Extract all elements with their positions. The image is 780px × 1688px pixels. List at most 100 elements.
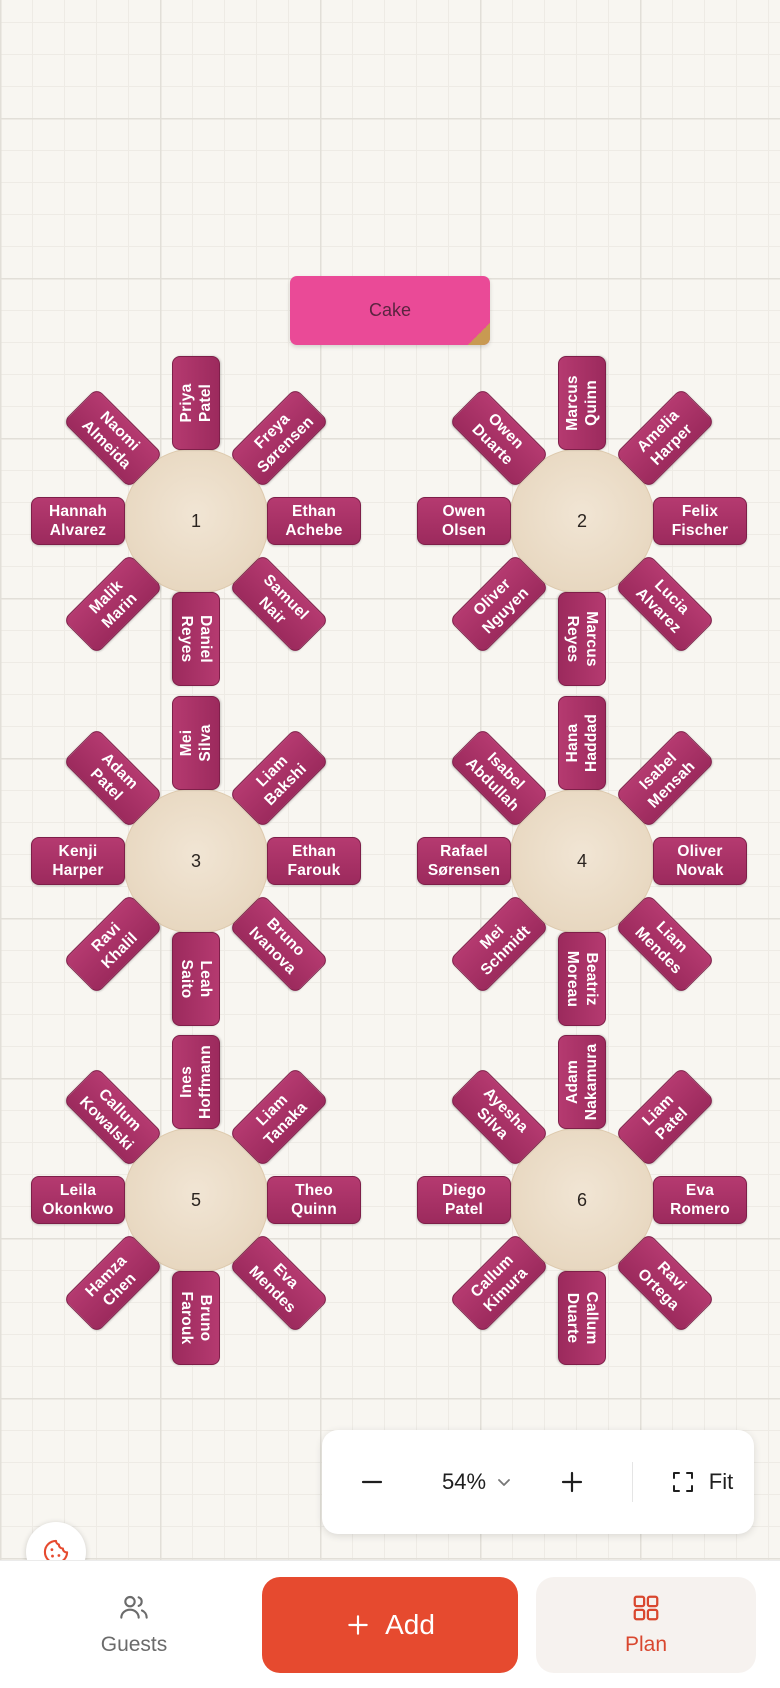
guest-first-name: Marcus	[583, 611, 600, 667]
guest-seat[interactable]: Bruno Farouk	[172, 1271, 220, 1365]
guest-last-name: Hoffmann	[197, 1045, 214, 1119]
add-button[interactable]: Add	[262, 1577, 518, 1673]
plus-icon	[348, 1615, 368, 1635]
guest-seat[interactable]: Eva Romero	[653, 1176, 747, 1224]
fit-screen-icon	[672, 1472, 693, 1492]
minus-icon	[361, 1480, 383, 1484]
fit-button[interactable]: Fit	[662, 1430, 742, 1534]
table-number: 3	[190, 850, 201, 871]
table-number: 1	[190, 510, 201, 531]
guest-seat[interactable]: Daniel Reyes	[172, 592, 220, 686]
guest-seat[interactable]: Hana Haddad	[558, 696, 606, 790]
guest-last-name: Romero	[670, 1201, 730, 1218]
guest-first-name: Bruno	[197, 1294, 214, 1342]
guest-first-name: Callum	[583, 1291, 600, 1345]
guest-seat[interactable]: Diego Patel	[417, 1176, 511, 1224]
guest-first-name: Ethan	[291, 503, 337, 520]
guest-seat[interactable]: Adam Nakamura	[558, 1035, 606, 1129]
table-number: 5	[190, 1189, 201, 1210]
guest-last-name: Reyes	[564, 615, 581, 663]
chevron-down-icon	[498, 1479, 510, 1486]
guest-last-name: Patel	[197, 383, 214, 423]
guest-last-name: Silva	[197, 724, 214, 762]
guest-last-name: Farouk	[178, 1291, 195, 1345]
guest-first-name: Rafael	[440, 843, 488, 860]
fit-label: Fit	[708, 1469, 734, 1494]
guest-seat[interactable]: Marcus Reyes	[558, 592, 606, 686]
guest-first-name: Hannah	[48, 503, 108, 520]
guest-seat[interactable]: Ethan Farouk	[267, 837, 361, 885]
guest-seat[interactable]: Leila Okonkwo	[31, 1176, 125, 1224]
zoom-out-button[interactable]	[352, 1430, 392, 1534]
guest-last-name: Quinn	[583, 380, 600, 426]
divider	[632, 1462, 633, 1502]
guest-last-name: Moreau	[564, 950, 581, 1008]
guest-seat[interactable]: Marcus Quinn	[558, 356, 606, 450]
table-number: 4	[576, 850, 587, 871]
guest-seat[interactable]: Mei Silva	[172, 696, 220, 790]
guest-seat[interactable]: Oliver Novak	[653, 837, 747, 885]
guest-last-name: Fischer	[671, 522, 729, 539]
guest-first-name: Diego	[441, 1182, 487, 1199]
guest-first-name: Mei	[178, 729, 195, 757]
guest-seat[interactable]: Beatriz Moreau	[558, 932, 606, 1026]
guest-first-name: Leah	[197, 960, 214, 998]
guest-first-name: Daniel	[197, 615, 214, 663]
guest-last-name: Sørensen	[427, 862, 501, 879]
guest-first-name: Oliver	[677, 843, 723, 860]
guest-last-name: Harper	[52, 862, 104, 879]
guest-last-name: Olsen	[441, 522, 487, 539]
guest-seat[interactable]: Leah Saito	[172, 932, 220, 1026]
table-number: 6	[576, 1189, 587, 1210]
guest-first-name: Hana	[564, 723, 581, 763]
guest-last-name: Duarte	[564, 1292, 581, 1344]
guest-seat[interactable]: Priya Patel	[172, 356, 220, 450]
guest-seat[interactable]: Rafael Sørensen	[417, 837, 511, 885]
guest-first-name: Eva	[685, 1182, 715, 1199]
guest-last-name: Alvarez	[49, 522, 107, 539]
seating-canvas[interactable]: Cake 1 Priya Patel Freya Sørensen Ethan Achebe…	[0, 0, 780, 1560]
guest-first-name: Felix	[681, 503, 719, 520]
nav-plan-label: Plan	[624, 1633, 668, 1656]
guest-first-name: Marcus	[564, 375, 581, 431]
cake-label: Cake	[368, 300, 412, 320]
guest-last-name: Haddad	[583, 713, 600, 773]
nav-guests-label: Guests	[100, 1633, 168, 1656]
guest-seat[interactable]: Hannah Alvarez	[31, 497, 125, 545]
guest-last-name: Quinn	[291, 1201, 337, 1218]
guest-last-name: Saito	[178, 959, 195, 999]
guest-last-name: Reyes	[178, 615, 195, 663]
guest-first-name: Kenji	[58, 843, 98, 860]
grid-icon	[633, 1595, 659, 1621]
guest-seat[interactable]: Owen Olsen	[417, 497, 511, 545]
guest-seat[interactable]: Ines Hoffmann	[172, 1035, 220, 1129]
guest-seat[interactable]: Ethan Achebe	[267, 497, 361, 545]
guest-last-name: Novak	[676, 862, 724, 879]
guest-seat[interactable]: Callum Duarte	[558, 1271, 606, 1365]
cake-table[interactable]: Cake	[290, 276, 490, 345]
guest-first-name: Leila	[59, 1182, 97, 1199]
guest-last-name: Achebe	[285, 522, 343, 539]
guest-first-name: Adam	[564, 1060, 581, 1104]
zoom-level: 54%	[441, 1469, 487, 1494]
users-icon	[120, 1595, 148, 1619]
resize-handle[interactable]	[468, 323, 490, 345]
table-number: 2	[576, 510, 587, 531]
nav-plan[interactable]: Plan	[536, 1577, 756, 1673]
guest-seat[interactable]: Felix Fischer	[653, 497, 747, 545]
guest-first-name: Owen	[442, 503, 486, 520]
guest-seat[interactable]: Kenji Harper	[31, 837, 125, 885]
guest-first-name: Theo	[295, 1182, 333, 1199]
guest-last-name: Okonkwo	[42, 1201, 114, 1218]
guest-last-name: Patel	[444, 1201, 484, 1218]
nav-guests[interactable]: Guests	[64, 1591, 204, 1671]
guest-first-name: Beatriz	[583, 952, 600, 1006]
guest-seat[interactable]: Theo Quinn	[267, 1176, 361, 1224]
plus-icon	[561, 1471, 583, 1493]
add-label: Add	[385, 1609, 435, 1640]
guest-first-name: Ines	[178, 1066, 195, 1098]
zoom-in-button[interactable]	[552, 1430, 592, 1534]
guest-first-name: Priya	[178, 383, 195, 423]
zoom-level-dropdown[interactable]: 54%	[422, 1430, 532, 1534]
bottom-navigation: Guests Add Plan	[0, 1560, 780, 1688]
